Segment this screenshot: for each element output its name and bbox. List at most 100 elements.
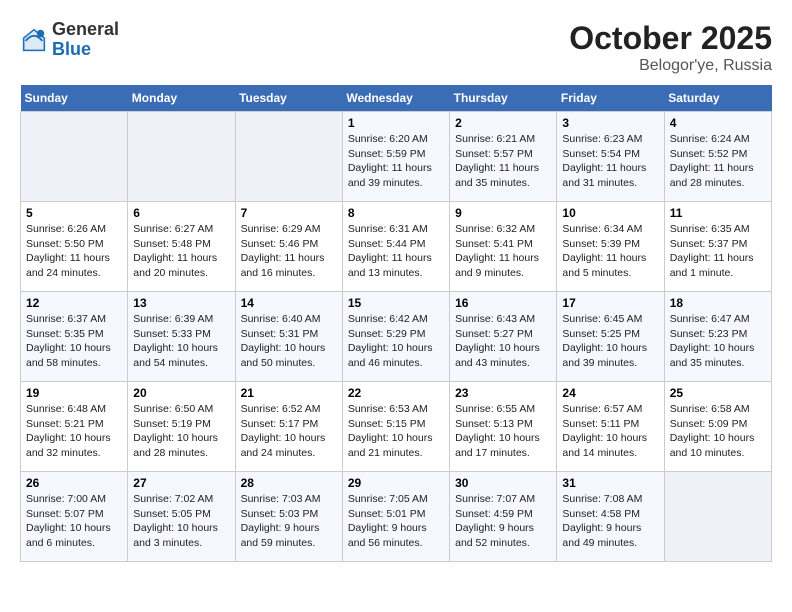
calendar-cell: 29 Sunrise: 7:05 AM Sunset: 5:01 PM Dayli… [342,472,449,562]
day-number: 21 [241,386,337,400]
calendar-cell [664,472,771,562]
week-row-3: 12 Sunrise: 6:37 AM Sunset: 5:35 PM Dayli… [21,292,772,382]
calendar-cell: 4 Sunrise: 6:24 AM Sunset: 5:52 PM Daylig… [664,112,771,202]
day-info: Sunrise: 6:24 AM Sunset: 5:52 PM Dayligh… [670,132,766,191]
day-info: Sunrise: 6:55 AM Sunset: 5:13 PM Dayligh… [455,402,551,461]
calendar-cell: 11 Sunrise: 6:35 AM Sunset: 5:37 PM Dayli… [664,202,771,292]
day-number: 26 [26,476,122,490]
week-row-5: 26 Sunrise: 7:00 AM Sunset: 5:07 PM Dayli… [21,472,772,562]
day-info: Sunrise: 6:26 AM Sunset: 5:50 PM Dayligh… [26,222,122,281]
day-number: 17 [562,296,658,310]
day-info: Sunrise: 6:53 AM Sunset: 5:15 PM Dayligh… [348,402,444,461]
logo: General Blue [20,20,119,60]
calendar-cell [235,112,342,202]
day-number: 30 [455,476,551,490]
day-number: 22 [348,386,444,400]
day-number: 8 [348,206,444,220]
weekday-header-thursday: Thursday [450,85,557,112]
calendar-cell: 13 Sunrise: 6:39 AM Sunset: 5:33 PM Dayli… [128,292,235,382]
logo-icon [20,26,48,54]
day-number: 2 [455,116,551,130]
calendar-cell: 25 Sunrise: 6:58 AM Sunset: 5:09 PM Dayli… [664,382,771,472]
day-info: Sunrise: 7:00 AM Sunset: 5:07 PM Dayligh… [26,492,122,551]
calendar-cell: 10Sunrise: 6:34 AM Sunset: 5:39 PM Dayli… [557,202,664,292]
calendar-cell: 30 Sunrise: 7:07 AM Sunset: 4:59 PM Dayli… [450,472,557,562]
day-number: 27 [133,476,229,490]
day-info: Sunrise: 6:50 AM Sunset: 5:19 PM Dayligh… [133,402,229,461]
calendar-cell: 15 Sunrise: 6:42 AM Sunset: 5:29 PM Dayli… [342,292,449,382]
day-number: 13 [133,296,229,310]
calendar-cell [128,112,235,202]
day-number: 18 [670,296,766,310]
weekday-header-row: SundayMondayTuesdayWednesdayThursdayFrid… [21,85,772,112]
weekday-header-tuesday: Tuesday [235,85,342,112]
day-number: 12 [26,296,122,310]
calendar-cell: 28Sunrise: 7:03 AM Sunset: 5:03 PM Dayli… [235,472,342,562]
day-info: Sunrise: 6:27 AM Sunset: 5:48 PM Dayligh… [133,222,229,281]
day-info: Sunrise: 6:57 AM Sunset: 5:11 PM Dayligh… [562,402,658,461]
day-number: 14 [241,296,337,310]
day-info: Sunrise: 6:47 AM Sunset: 5:23 PM Dayligh… [670,312,766,371]
day-info: Sunrise: 7:02 AM Sunset: 5:05 PM Dayligh… [133,492,229,551]
day-info: Sunrise: 6:35 AM Sunset: 5:37 PM Dayligh… [670,222,766,281]
day-info: Sunrise: 6:31 AM Sunset: 5:44 PM Dayligh… [348,222,444,281]
calendar-cell: 18 Sunrise: 6:47 AM Sunset: 5:23 PM Dayli… [664,292,771,382]
day-info: Sunrise: 7:03 AM Sunset: 5:03 PM Dayligh… [241,492,337,551]
calendar-cell: 31 Sunrise: 7:08 AM Sunset: 4:58 PM Dayli… [557,472,664,562]
day-info: Sunrise: 6:32 AM Sunset: 5:41 PM Dayligh… [455,222,551,281]
day-number: 1 [348,116,444,130]
day-info: Sunrise: 6:23 AM Sunset: 5:54 PM Dayligh… [562,132,658,191]
day-number: 20 [133,386,229,400]
logo-text: General Blue [52,20,119,60]
calendar-cell: 3Sunrise: 6:23 AM Sunset: 5:54 PM Daylig… [557,112,664,202]
day-info: Sunrise: 7:08 AM Sunset: 4:58 PM Dayligh… [562,492,658,551]
day-number: 16 [455,296,551,310]
day-number: 25 [670,386,766,400]
weekday-header-saturday: Saturday [664,85,771,112]
weekday-header-sunday: Sunday [21,85,128,112]
weekday-header-monday: Monday [128,85,235,112]
calendar-cell: 17 Sunrise: 6:45 AM Sunset: 5:25 PM Dayli… [557,292,664,382]
day-info: Sunrise: 6:39 AM Sunset: 5:33 PM Dayligh… [133,312,229,371]
day-info: Sunrise: 6:37 AM Sunset: 5:35 PM Dayligh… [26,312,122,371]
day-number: 29 [348,476,444,490]
day-info: Sunrise: 6:42 AM Sunset: 5:29 PM Dayligh… [348,312,444,371]
calendar-cell: 5Sunrise: 6:26 AM Sunset: 5:50 PM Daylig… [21,202,128,292]
day-number: 24 [562,386,658,400]
day-info: Sunrise: 6:58 AM Sunset: 5:09 PM Dayligh… [670,402,766,461]
calendar-cell: 2 Sunrise: 6:21 AM Sunset: 5:57 PM Daylig… [450,112,557,202]
page-title: October 2025 [569,20,772,57]
calendar-cell: 6 Sunrise: 6:27 AM Sunset: 5:48 PM Daylig… [128,202,235,292]
calendar-cell: 20 Sunrise: 6:50 AM Sunset: 5:19 PM Dayli… [128,382,235,472]
day-info: Sunrise: 6:48 AM Sunset: 5:21 PM Dayligh… [26,402,122,461]
calendar-cell: 7 Sunrise: 6:29 AM Sunset: 5:46 PM Daylig… [235,202,342,292]
calendar-cell: 16Sunrise: 6:43 AM Sunset: 5:27 PM Dayli… [450,292,557,382]
day-info: Sunrise: 6:40 AM Sunset: 5:31 PM Dayligh… [241,312,337,371]
day-number: 6 [133,206,229,220]
day-info: Sunrise: 7:05 AM Sunset: 5:01 PM Dayligh… [348,492,444,551]
calendar-cell: 12 Sunrise: 6:37 AM Sunset: 5:35 PM Dayli… [21,292,128,382]
day-number: 15 [348,296,444,310]
calendar-cell: 9 Sunrise: 6:32 AM Sunset: 5:41 PM Daylig… [450,202,557,292]
day-info: Sunrise: 6:34 AM Sunset: 5:39 PM Dayligh… [562,222,658,281]
day-info: Sunrise: 6:20 AM Sunset: 5:59 PM Dayligh… [348,132,444,191]
day-number: 7 [241,206,337,220]
calendar-cell: 14 Sunrise: 6:40 AM Sunset: 5:31 PM Dayli… [235,292,342,382]
day-number: 19 [26,386,122,400]
weekday-header-friday: Friday [557,85,664,112]
week-row-4: 19 Sunrise: 6:48 AM Sunset: 5:21 PM Dayli… [21,382,772,472]
calendar-cell: 19 Sunrise: 6:48 AM Sunset: 5:21 PM Dayli… [21,382,128,472]
day-number: 31 [562,476,658,490]
day-number: 9 [455,206,551,220]
day-info: Sunrise: 6:45 AM Sunset: 5:25 PM Dayligh… [562,312,658,371]
week-row-2: 5Sunrise: 6:26 AM Sunset: 5:50 PM Daylig… [21,202,772,292]
day-info: Sunrise: 6:29 AM Sunset: 5:46 PM Dayligh… [241,222,337,281]
calendar-cell: 1 Sunrise: 6:20 AM Sunset: 5:59 PM Daylig… [342,112,449,202]
day-number: 11 [670,206,766,220]
day-info: Sunrise: 6:21 AM Sunset: 5:57 PM Dayligh… [455,132,551,191]
page-header: General Blue October 2025 Belogor'ye, Ru… [20,20,772,75]
calendar-cell: 24 Sunrise: 6:57 AM Sunset: 5:11 PM Dayli… [557,382,664,472]
calendar-cell: 26 Sunrise: 7:00 AM Sunset: 5:07 PM Dayli… [21,472,128,562]
day-number: 4 [670,116,766,130]
day-info: Sunrise: 7:07 AM Sunset: 4:59 PM Dayligh… [455,492,551,551]
